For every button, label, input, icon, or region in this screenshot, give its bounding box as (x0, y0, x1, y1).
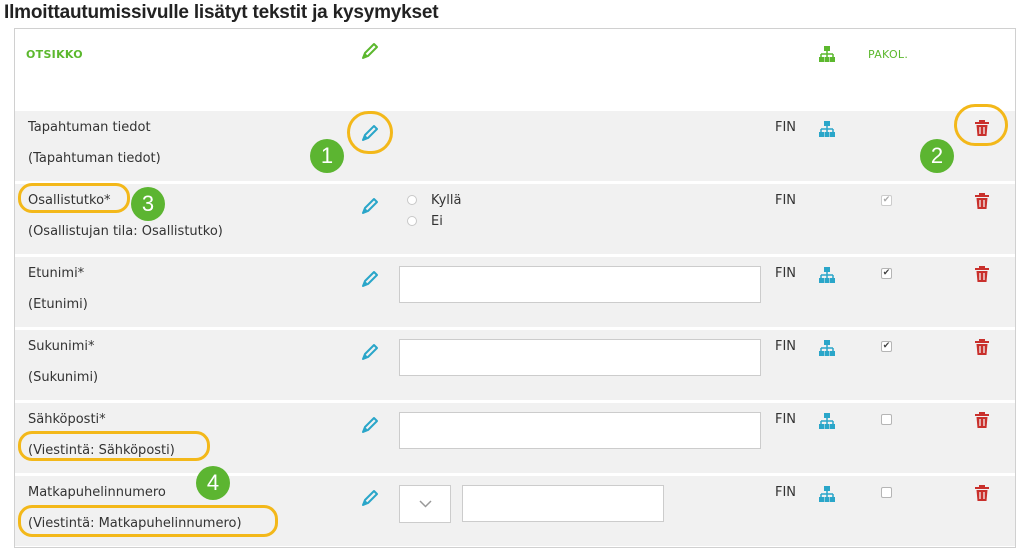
radio-label: Kyllä (431, 193, 462, 208)
pencil-icon[interactable] (360, 488, 380, 508)
row-label: Matkapuhelinnumero (28, 485, 166, 500)
row-label: Sukunimi* (28, 339, 95, 354)
table-row: Osallistutko* (Osallistujan tila: Osalli… (15, 184, 1015, 254)
required-checkbox[interactable] (881, 487, 892, 498)
row-label: Tapahtuman tiedot (28, 120, 151, 135)
required-checkbox[interactable]: ✔ (881, 341, 892, 352)
country-code-select[interactable] (399, 485, 451, 523)
row-language: FIN (775, 485, 797, 500)
row-language: FIN (775, 412, 797, 427)
row-label: Etunimi* (28, 266, 85, 281)
sitemap-icon[interactable] (818, 266, 836, 284)
required-checkbox[interactable]: ✔ (881, 268, 892, 279)
page-title: Ilmoittautumissivulle lisätyt tekstit ja… (4, 2, 439, 23)
radio-button[interactable] (407, 195, 417, 205)
trash-icon[interactable] (975, 485, 989, 501)
highlight-edit (347, 111, 393, 154)
row-language: FIN (775, 120, 797, 135)
highlight-label (18, 183, 130, 213)
step-badge: 3 (131, 187, 165, 221)
table-row: Sukunimi* (Sukunimi) FIN ✔ (15, 330, 1015, 400)
highlight-delete (954, 104, 1008, 146)
row-sublabel: (Osallistujan tila: Osallistutko) (28, 224, 223, 239)
pencil-icon[interactable] (360, 342, 380, 362)
header-required: PAKOL. (868, 48, 909, 61)
row-sublabel: (Tapahtuman tiedot) (28, 151, 161, 166)
row-language: FIN (775, 266, 797, 281)
row-label: Sähköposti* (28, 412, 106, 427)
trash-icon[interactable] (975, 266, 989, 282)
header-title: OTSIKKO (26, 48, 83, 61)
radio-option-yes[interactable]: Kyllä (407, 193, 461, 208)
trash-icon[interactable] (975, 339, 989, 355)
step-badge: 4 (196, 466, 230, 500)
row-sublabel: (Etunimi) (28, 297, 88, 312)
sitemap-icon[interactable] (818, 485, 836, 503)
highlight-sublabel (18, 505, 278, 537)
first-name-input[interactable] (399, 266, 761, 303)
sitemap-icon[interactable] (818, 412, 836, 430)
questions-table: OTSIKKO PAKOL. Tapahtuman tiedot (Tapaht… (14, 28, 1016, 548)
step-badge: 2 (920, 139, 954, 173)
email-input[interactable] (399, 412, 761, 449)
table-row: Etunimi* (Etunimi) FIN ✔ (15, 257, 1015, 327)
pencil-icon[interactable] (360, 415, 380, 435)
required-checkbox[interactable]: ✔ (881, 195, 892, 206)
phone-input[interactable] (462, 485, 664, 522)
highlight-sublabel (18, 431, 210, 461)
table-header: OTSIKKO PAKOL. (15, 29, 1015, 111)
row-sublabel: (Sukunimi) (28, 370, 99, 385)
sitemap-icon[interactable] (818, 339, 836, 357)
required-checkbox[interactable] (881, 414, 892, 425)
last-name-input[interactable] (399, 339, 761, 376)
header-sitemap-icon (819, 46, 835, 62)
radio-button[interactable] (407, 216, 417, 226)
step-badge: 1 (310, 139, 344, 173)
radio-option-no[interactable]: Ei (407, 214, 443, 229)
row-language: FIN (775, 193, 797, 208)
trash-icon[interactable] (975, 412, 989, 428)
table-row: Tapahtuman tiedot (Tapahtuman tiedot) FI… (15, 111, 1015, 181)
header-pencil-icon (362, 43, 378, 59)
chevron-down-icon (419, 500, 432, 508)
row-language: FIN (775, 339, 797, 354)
pencil-icon[interactable] (360, 196, 380, 216)
trash-icon[interactable] (975, 193, 989, 209)
radio-label: Ei (431, 214, 443, 229)
sitemap-icon[interactable] (818, 120, 836, 138)
pencil-icon[interactable] (360, 269, 380, 289)
